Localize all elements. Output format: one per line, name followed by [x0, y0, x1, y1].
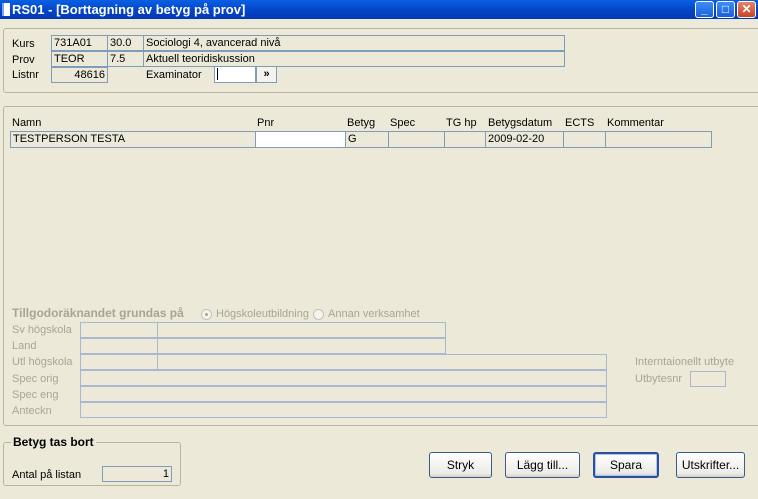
land-name-field[interactable]	[157, 338, 446, 354]
land-code-field[interactable]	[80, 338, 158, 354]
anteckn-label: Anteckn	[12, 405, 52, 417]
minimize-icon: _	[701, 2, 708, 16]
utskrifter-button[interactable]: Utskrifter...	[676, 452, 745, 478]
col-tghp-header: TG hp	[446, 117, 477, 129]
option-annan-verksamhet-label: Annan verksamhet	[328, 308, 420, 320]
row-pnr-cell[interactable]	[255, 131, 346, 148]
lagg-till-button[interactable]: Lägg till...	[505, 452, 580, 478]
sv-hogskola-label: Sv högskola	[12, 324, 72, 336]
utl-hogskola-code-field[interactable]	[80, 354, 158, 370]
examinator-lookup-button[interactable]: »	[256, 66, 277, 83]
removal-legend: Betyg tas bort	[11, 435, 96, 449]
stryk-button[interactable]: Stryk	[429, 452, 492, 478]
utl-hogskola-label: Utl högskola	[12, 356, 73, 368]
listnr-label: Listnr	[12, 69, 39, 81]
radio-annan-verksamhet[interactable]	[313, 309, 324, 320]
col-datum-header: Betygsdatum	[488, 117, 553, 129]
examinator-input[interactable]	[214, 66, 256, 83]
spec-orig-field[interactable]	[80, 370, 607, 386]
prov-code-field: TEOR	[51, 51, 108, 67]
option-hogskoleutbildning-label: Högskoleutbildning	[216, 308, 309, 320]
col-betyg-header: Betyg	[347, 117, 376, 129]
radio-hogskoleutbildning[interactable]	[201, 309, 212, 320]
minimize-button[interactable]: _	[695, 1, 714, 18]
col-ects-header: ECTS	[565, 117, 595, 129]
kurs-label: Kurs	[12, 38, 35, 50]
row-namn-cell[interactable]: TESTPERSON TESTA	[10, 131, 256, 148]
sv-hogskola-code-field[interactable]	[80, 322, 158, 338]
spec-eng-label: Spec eng	[12, 389, 59, 401]
maximize-icon: □	[721, 2, 730, 16]
row-datum-cell[interactable]: 2009-02-20	[485, 131, 564, 148]
maximize-button[interactable]: □	[716, 1, 735, 18]
spec-orig-label: Spec orig	[12, 373, 59, 385]
kurs-name-field: Sociologi 4, avancerad nivå	[143, 35, 565, 51]
col-pnr-header: Pnr	[257, 117, 275, 129]
close-button[interactable]: ✕	[737, 1, 756, 18]
examinator-label: Examinator	[146, 69, 202, 81]
utbytesnr-label: Utbytesnr	[635, 373, 683, 385]
kurs-code-field: 731A01	[51, 35, 108, 51]
credit-basis-title: Tillgodoräknandet grundas på	[12, 306, 184, 320]
text-cursor	[217, 68, 218, 80]
anteckn-field[interactable]	[80, 402, 607, 418]
count-field: 1	[102, 466, 172, 482]
col-kommentar-header: Kommentar	[607, 117, 664, 129]
col-namn-header: Namn	[12, 117, 42, 129]
window-title: RS01 - [Borttagning av betyg på prov]	[12, 2, 246, 17]
utbytesnr-field[interactable]	[690, 371, 726, 387]
listnr-field: 48616	[51, 67, 108, 83]
spec-eng-field[interactable]	[80, 386, 607, 402]
kurs-points-field: 30.0	[107, 35, 144, 51]
spara-button[interactable]: Spara	[593, 452, 659, 478]
radio-selected-dot	[205, 313, 208, 316]
row-betyg-cell[interactable]: G	[345, 131, 389, 148]
col-spec-header: Spec	[390, 117, 416, 129]
row-ects-cell[interactable]	[563, 131, 606, 148]
row-tghp-cell[interactable]	[444, 131, 486, 148]
prov-name-field: Aktuell teoridiskussion	[143, 51, 565, 67]
count-label: Antal på listan	[12, 469, 82, 481]
prov-points-field: 7.5	[107, 51, 144, 67]
app-icon	[2, 3, 10, 16]
intl-exchange-label: Interntaionellt utbyte	[635, 356, 735, 368]
prov-label: Prov	[12, 54, 35, 66]
sv-hogskola-name-field[interactable]	[157, 322, 446, 338]
utl-hogskola-name-field[interactable]	[157, 354, 607, 370]
row-spec-cell[interactable]	[388, 131, 445, 148]
title-bar: RS01 - [Borttagning av betyg på prov] _ …	[0, 0, 758, 19]
land-label: Land	[12, 340, 37, 352]
close-icon: ✕	[741, 2, 752, 16]
row-kommentar-cell[interactable]	[605, 131, 712, 148]
